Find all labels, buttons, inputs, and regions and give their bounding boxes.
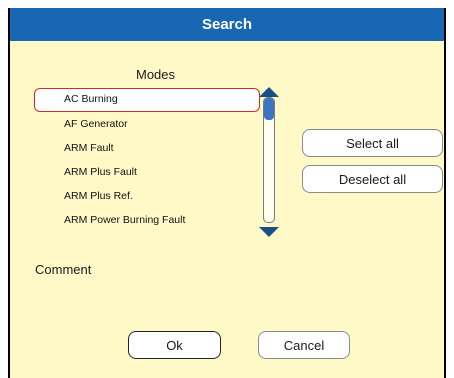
scroll-up-arrow-icon[interactable] bbox=[259, 87, 279, 97]
dialog-title-bar: Search bbox=[10, 8, 444, 41]
select-all-button[interactable]: Select all bbox=[302, 129, 443, 157]
mode-list-item[interactable]: AF Generator bbox=[34, 112, 260, 136]
scroll-track[interactable] bbox=[263, 97, 275, 223]
ok-button[interactable]: Ok bbox=[128, 331, 221, 359]
mode-list-item[interactable]: ARM Plus Ref. bbox=[34, 184, 260, 208]
mode-list-item[interactable]: ARM Fault bbox=[34, 136, 260, 160]
mode-list-item[interactable]: AC Burning bbox=[34, 88, 260, 112]
modes-list[interactable]: AC Burning AF Generator ARM Fault ARM Plus … bbox=[34, 88, 262, 240]
modes-label: Modes bbox=[136, 67, 176, 82]
scroll-thumb[interactable] bbox=[264, 98, 274, 120]
cancel-button[interactable]: Cancel bbox=[258, 331, 350, 359]
comment-label: Comment bbox=[35, 262, 92, 277]
modes-scrollbar[interactable] bbox=[259, 87, 279, 237]
dialog-title: Search bbox=[201, 16, 253, 33]
mode-list-item[interactable]: ARM Power Burning Fault bbox=[34, 208, 260, 232]
scroll-down-arrow-icon[interactable] bbox=[259, 227, 279, 237]
deselect-all-button[interactable]: Deselect all bbox=[302, 165, 443, 193]
mode-list-item[interactable]: ARM Plus Fault bbox=[34, 160, 260, 184]
search-dialog: Search Modes AC Burning AF Generator ARM F… bbox=[8, 8, 446, 378]
